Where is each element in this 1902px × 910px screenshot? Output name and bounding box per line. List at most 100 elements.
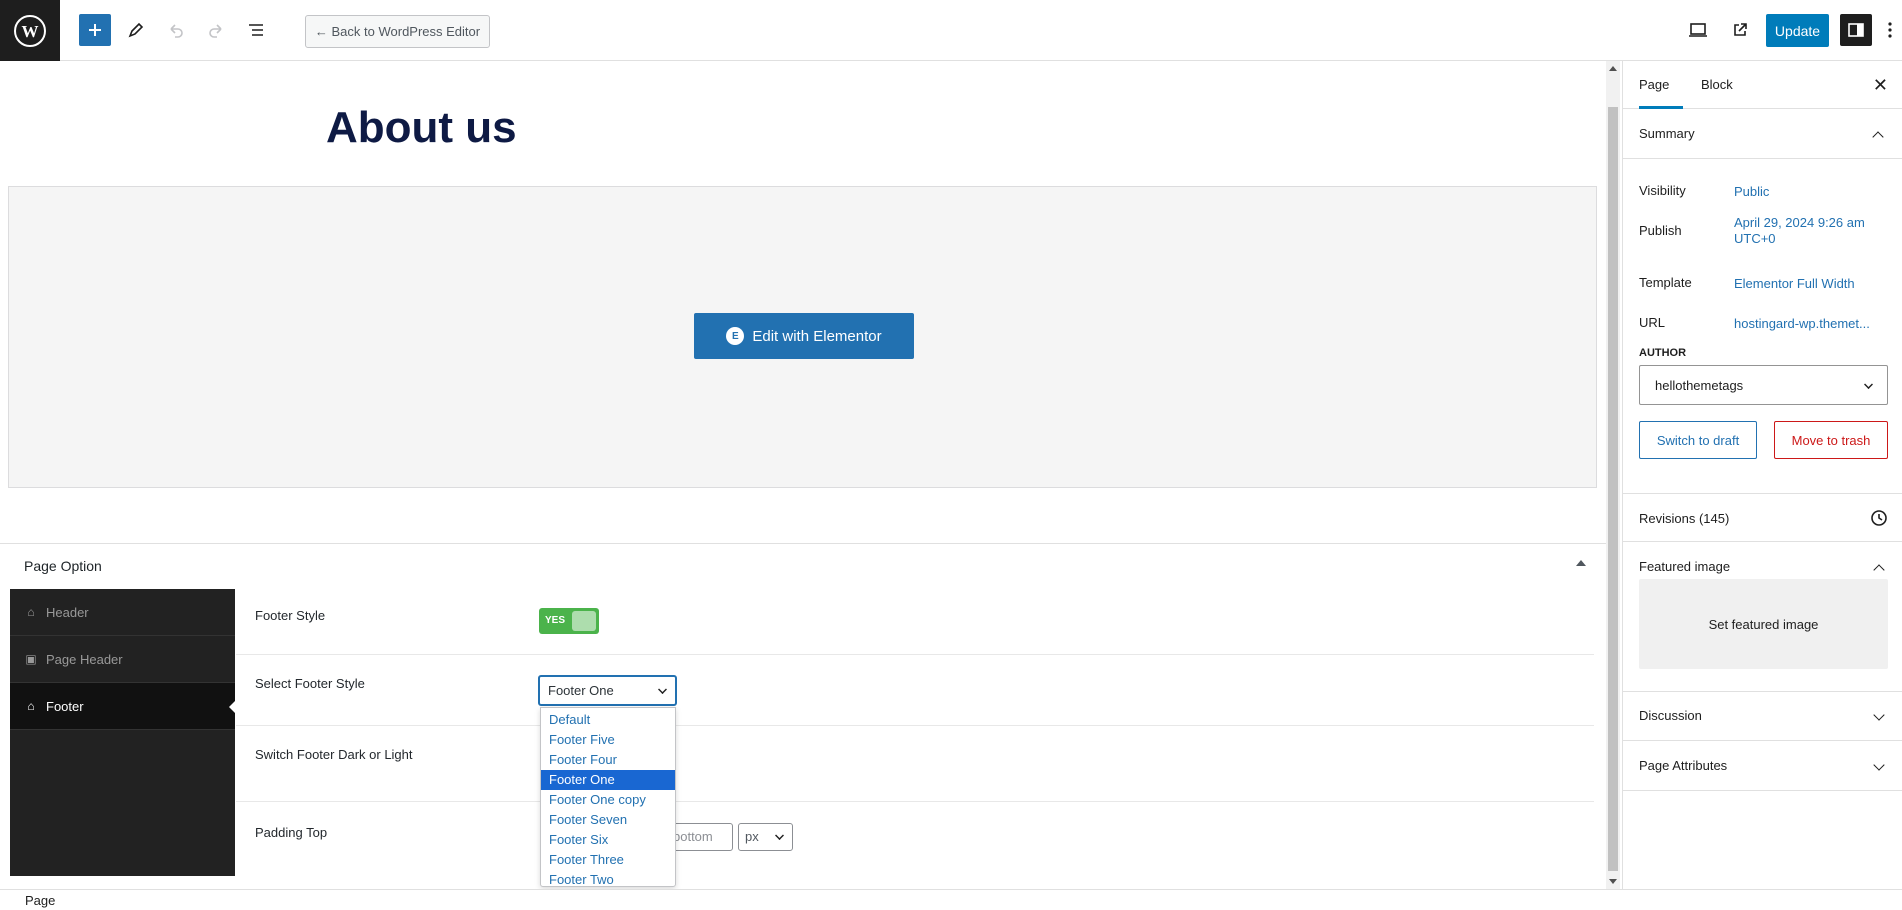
page-attributes-panel-header[interactable]: Page Attributes	[1623, 741, 1902, 791]
footer-style-row: Footer Style	[236, 587, 1594, 655]
dropdown-option[interactable]: Footer Five	[541, 730, 675, 750]
settings-sidebar-icon[interactable]	[1840, 14, 1872, 46]
visibility-value[interactable]: Public	[1734, 184, 1769, 200]
svg-text:W: W	[22, 22, 39, 41]
chevron-down-icon	[1864, 380, 1873, 389]
nav-item-page-header[interactable]: ▣ Page Header	[10, 636, 235, 683]
dropdown-option[interactable]: Footer Seven	[541, 810, 675, 830]
footer-style-label: Footer Style	[255, 608, 326, 623]
update-button[interactable]: Update	[1766, 14, 1829, 47]
page-option-nav: ⌂ Header ▣ Page Header ⌂ Footer	[10, 589, 235, 876]
padding-top-row: Padding Top	[236, 802, 1594, 889]
image-icon: ▣	[25, 652, 37, 666]
dropdown-option[interactable]: Default	[541, 710, 675, 730]
padding-unit-select[interactable]: px	[738, 823, 793, 851]
template-value[interactable]: Elementor Full Width	[1734, 276, 1855, 292]
wordpress-logo-icon[interactable]: W	[0, 0, 60, 61]
url-value[interactable]: hostingard-wp.themet...	[1734, 316, 1870, 332]
publish-value-tz[interactable]: UTC+0	[1734, 231, 1776, 247]
footer-style-toggle[interactable]: YES	[539, 608, 599, 634]
dropdown-option[interactable]: Footer Six	[541, 830, 675, 850]
revisions-label: Revisions (145)	[1639, 511, 1730, 526]
breadcrumb: Page	[0, 889, 1902, 910]
elementor-icon: E	[726, 327, 745, 345]
sidebar-tabs: Page Block ✕	[1623, 61, 1902, 109]
home-icon: ⌂	[27, 605, 35, 619]
page-option-title: Page Option	[24, 558, 102, 574]
elementor-placeholder: E Edit with Elementor	[8, 186, 1597, 488]
chevron-up-icon	[1872, 131, 1884, 143]
chevron-up-icon	[1873, 564, 1885, 576]
discussion-panel-header[interactable]: Discussion	[1623, 691, 1902, 741]
footer-style-dropdown: Default Footer Five Footer Four Footer O…	[540, 707, 676, 887]
external-link-icon[interactable]	[1724, 14, 1756, 46]
tab-page[interactable]: Page	[1639, 61, 1683, 109]
undo-icon[interactable]	[160, 14, 192, 46]
dropdown-option-selected[interactable]: Footer One	[541, 770, 675, 790]
close-icon[interactable]: ✕	[1873, 75, 1888, 96]
breadcrumb-page[interactable]: Page	[25, 893, 55, 908]
chevron-down-icon	[1873, 759, 1885, 771]
switch-footer-label: Switch Footer Dark or Light	[255, 747, 413, 762]
select-footer-label: Select Footer Style	[255, 676, 365, 691]
toggle-knob	[572, 611, 596, 631]
template-label: Template	[1639, 275, 1692, 290]
publish-label: Publish	[1639, 223, 1682, 238]
document-overview-icon[interactable]	[240, 14, 272, 46]
select-footer-row: Select Footer Style	[236, 655, 1594, 726]
settings-sidebar: Page Block ✕ Summary Visibility Public P…	[1622, 61, 1902, 889]
nav-item-label: Footer	[46, 698, 84, 714]
padding-top-label: Padding Top	[255, 825, 328, 840]
move-to-trash-button[interactable]: Move to trash	[1774, 421, 1888, 459]
url-label: URL	[1639, 315, 1666, 330]
edit-with-elementor-label: Edit with Elementor	[752, 327, 882, 345]
edit-with-elementor-button[interactable]: E Edit with Elementor	[694, 313, 914, 359]
featured-image-title: Featured image	[1639, 559, 1731, 574]
chevron-down-icon	[1873, 709, 1885, 721]
switch-to-draft-button[interactable]: Switch to draft	[1639, 421, 1757, 459]
page-title[interactable]: About us	[326, 103, 517, 153]
toggle-label: YES	[545, 615, 566, 626]
chevron-down-icon	[775, 831, 784, 840]
editor-toolbar: W ← Back to WordPress Editor Update	[0, 0, 1902, 61]
footer-style-select[interactable]: Footer One	[538, 675, 677, 706]
summary-title: Summary	[1639, 126, 1695, 141]
add-block-button[interactable]	[79, 14, 111, 46]
more-options-icon[interactable]	[1880, 14, 1900, 46]
preview-desktop-icon[interactable]	[1682, 14, 1714, 46]
set-featured-image-button[interactable]: Set featured image	[1639, 579, 1888, 669]
nav-item-header[interactable]: ⌂ Header	[10, 589, 235, 636]
collapse-caret-icon[interactable]	[1576, 560, 1586, 566]
back-to-wordpress-editor-button[interactable]: ← Back to WordPress Editor	[305, 15, 490, 48]
redo-icon[interactable]	[200, 14, 232, 46]
dropdown-option[interactable]: Footer Two	[541, 870, 675, 890]
discussion-title: Discussion	[1639, 708, 1702, 723]
scroll-thumb[interactable]	[1608, 107, 1618, 871]
visibility-label: Visibility	[1639, 183, 1686, 198]
tab-block[interactable]: Block	[1701, 61, 1733, 109]
publish-value-date[interactable]: April 29, 2024 9:26 am	[1734, 215, 1865, 231]
scroll-down-icon[interactable]	[1609, 879, 1617, 884]
dropdown-option[interactable]: Footer Three	[541, 850, 675, 870]
page-option-header[interactable]: Page Option	[0, 543, 1606, 587]
revisions-panel[interactable]: Revisions (145)	[1623, 494, 1902, 542]
dropdown-option[interactable]: Footer Four	[541, 750, 675, 770]
switch-footer-row: Switch Footer Dark or Light	[236, 726, 1594, 802]
author-label: AUTHOR	[1639, 347, 1687, 359]
nav-item-label: Header	[46, 604, 89, 620]
dropdown-option[interactable]: Footer One copy	[541, 790, 675, 810]
editor-root: W ← Back to WordPress Editor Update Abou…	[0, 0, 1902, 910]
pencil-icon[interactable]	[120, 14, 152, 46]
editor-canvas: About us E Edit with Elementor Page Opti…	[0, 61, 1606, 889]
history-icon	[1869, 508, 1889, 531]
summary-panel: Visibility Public Publish April 29, 2024…	[1623, 159, 1902, 494]
footer-style-select-value: Footer One	[548, 683, 614, 698]
author-select[interactable]: hellothemetags	[1639, 365, 1888, 405]
scroll-up-icon[interactable]	[1609, 66, 1617, 71]
author-value: hellothemetags	[1655, 378, 1744, 393]
canvas-scrollbar[interactable]	[1606, 61, 1620, 889]
home-icon: ⌂	[27, 699, 35, 713]
page-attributes-title: Page Attributes	[1639, 758, 1728, 773]
summary-panel-header[interactable]: Summary	[1623, 109, 1902, 159]
nav-item-footer[interactable]: ⌂ Footer	[10, 683, 235, 730]
